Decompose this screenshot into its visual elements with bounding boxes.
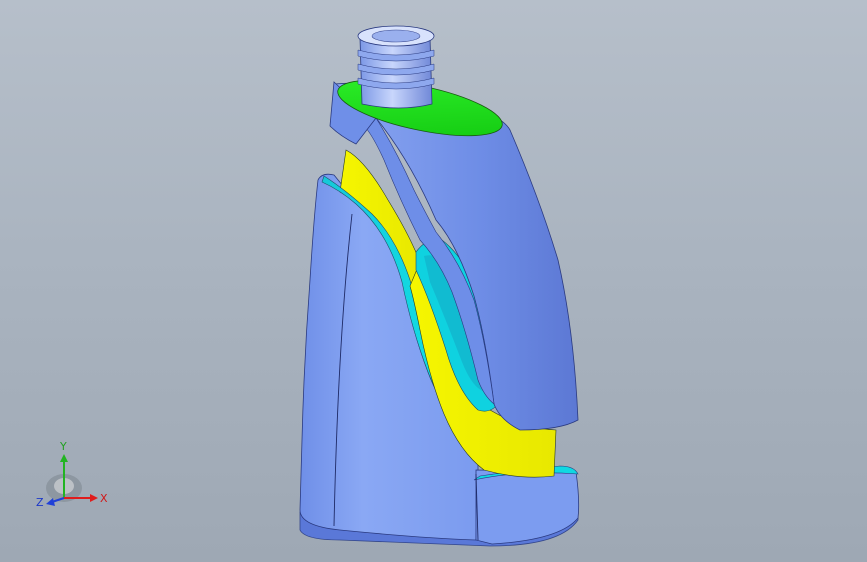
y-axis-arrow: [60, 454, 68, 462]
y-axis-label: Y: [59, 440, 67, 453]
z-axis-label: Z: [36, 496, 44, 509]
3d-viewport[interactable]: Y X Z: [0, 0, 867, 562]
bottle-section-model[interactable]: [0, 0, 867, 562]
neck-opening-inner: [371, 29, 421, 43]
x-axis-label: X: [100, 492, 108, 505]
x-axis-arrow: [90, 494, 98, 502]
coordinate-triad[interactable]: Y X Z: [36, 440, 116, 516]
